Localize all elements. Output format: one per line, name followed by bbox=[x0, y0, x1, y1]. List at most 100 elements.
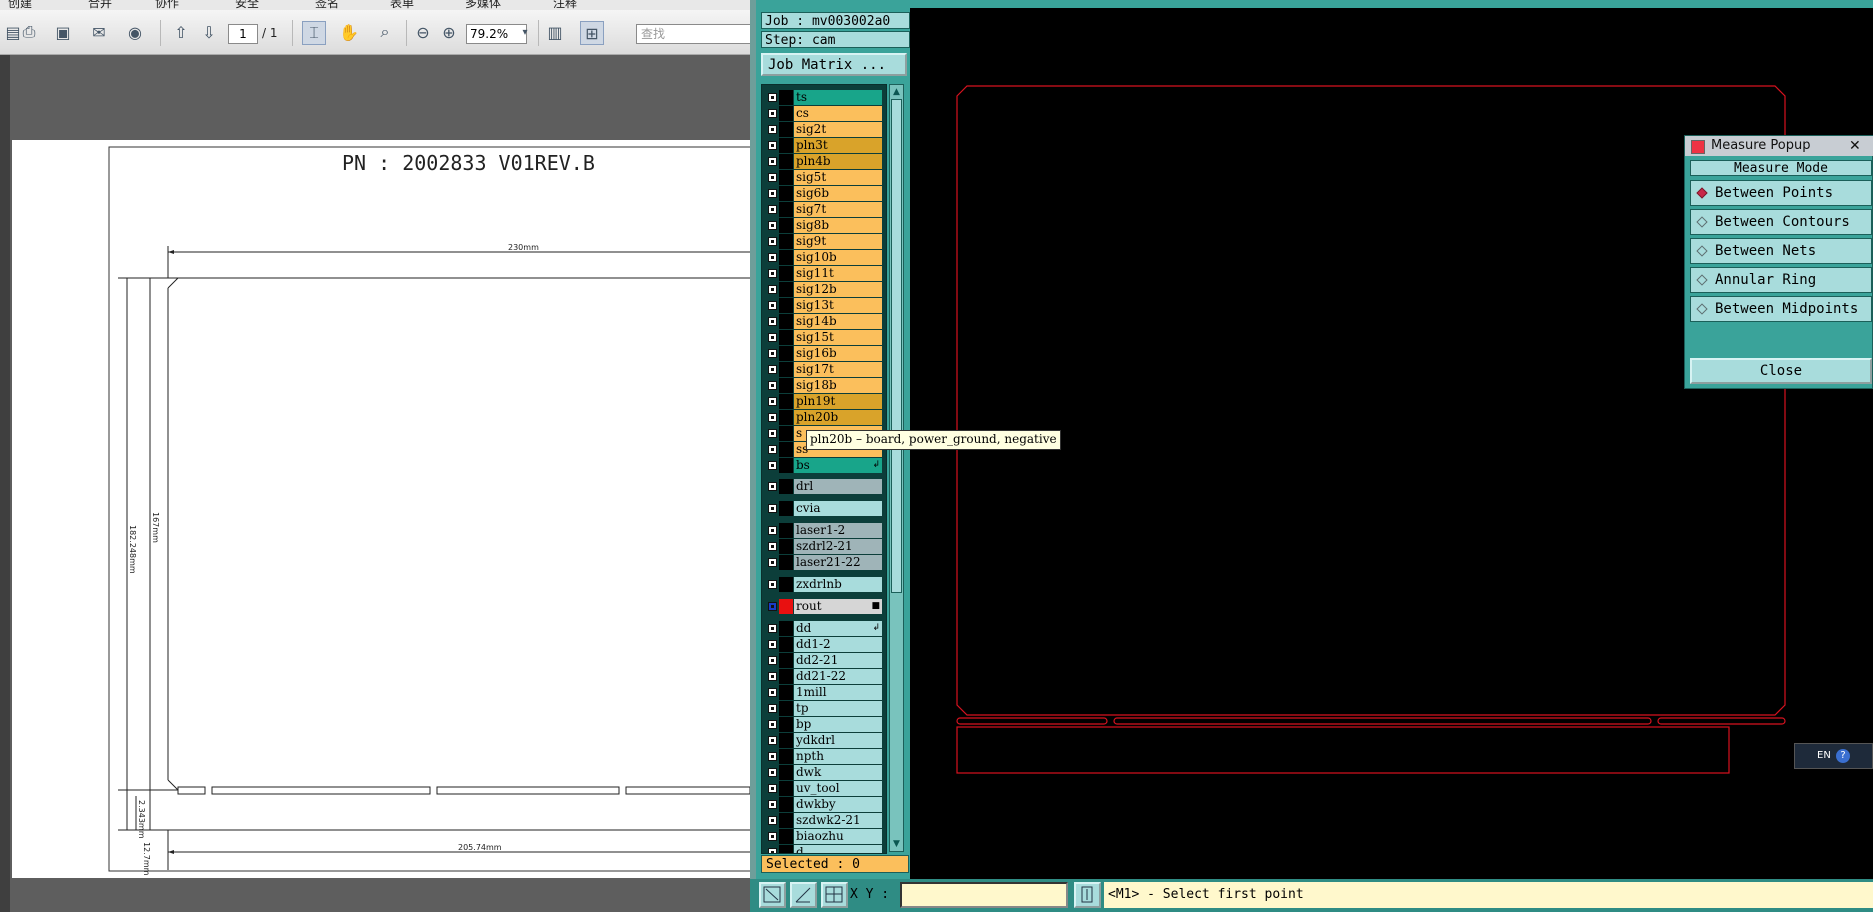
print-icon[interactable]: ⎙ bbox=[18, 21, 40, 43]
layer-checkbox[interactable] bbox=[768, 253, 777, 262]
layer-checkbox[interactable] bbox=[768, 640, 777, 649]
layer-name[interactable]: drl bbox=[794, 479, 882, 494]
layer-color-swatch[interactable] bbox=[779, 218, 793, 233]
layer-name[interactable]: szdrl2-21 bbox=[794, 539, 882, 554]
menu-forms[interactable]: 表单 bbox=[390, 0, 414, 10]
layer-name[interactable]: dd1-2 bbox=[794, 637, 882, 652]
layer-color-swatch[interactable] bbox=[779, 154, 793, 169]
measure-icon[interactable] bbox=[790, 882, 817, 908]
layer-name[interactable]: pln20b bbox=[794, 410, 882, 425]
layer-color-swatch[interactable] bbox=[779, 314, 793, 329]
layer-color-swatch[interactable] bbox=[779, 282, 793, 297]
layer-name[interactable]: sig6b bbox=[794, 186, 882, 201]
scroll-down-icon[interactable]: ▼ bbox=[891, 838, 902, 850]
layer-name[interactable]: sig9t bbox=[794, 234, 882, 249]
layer-color-swatch[interactable] bbox=[779, 410, 793, 425]
job-matrix-button[interactable]: Job Matrix ... bbox=[761, 53, 907, 76]
layer-name[interactable]: pln3t bbox=[794, 138, 882, 153]
layer-row-sig7t[interactable]: sig7t bbox=[762, 202, 886, 217]
layer-color-swatch[interactable] bbox=[779, 106, 793, 121]
layer-checkbox[interactable] bbox=[768, 784, 777, 793]
layer-checkbox[interactable] bbox=[768, 93, 777, 102]
hand-tool-icon[interactable]: ✋ bbox=[338, 21, 360, 43]
layer-color-swatch[interactable] bbox=[779, 669, 793, 684]
layer-checkbox[interactable] bbox=[768, 237, 777, 246]
layer-name[interactable]: dd bbox=[794, 621, 882, 636]
layer-name[interactable]: sig5t bbox=[794, 170, 882, 185]
layer-checkbox[interactable] bbox=[768, 397, 777, 406]
menu-multimedia[interactable]: 多媒体 bbox=[465, 0, 501, 10]
measure-popup-titlebar[interactable]: Measure Popup ✕ bbox=[1685, 136, 1873, 156]
layer-row-pln3t[interactable]: pln3t bbox=[762, 138, 886, 153]
menu-sign[interactable]: 签名 bbox=[315, 0, 339, 10]
layer-color-swatch[interactable] bbox=[779, 653, 793, 668]
layer-name[interactable]: pln4b bbox=[794, 154, 882, 169]
layer-row-d[interactable]: d bbox=[762, 845, 886, 853]
mode-between-midpoints[interactable]: Between Midpoints bbox=[1690, 296, 1872, 322]
layer-color-swatch[interactable] bbox=[779, 701, 793, 716]
layer-color-swatch[interactable] bbox=[779, 362, 793, 377]
layer-checkbox[interactable] bbox=[768, 413, 777, 422]
find-input[interactable]: 查找 bbox=[636, 24, 750, 44]
layer-color-swatch[interactable] bbox=[779, 330, 793, 345]
menu-comment[interactable]: 注释 bbox=[553, 0, 577, 10]
layer-name[interactable]: rout bbox=[794, 599, 882, 614]
layer-checkbox[interactable] bbox=[768, 736, 777, 745]
layer-name[interactable]: ydkdrl bbox=[794, 733, 882, 748]
layer-checkbox[interactable] bbox=[768, 504, 777, 513]
layer-row-sig11t[interactable]: sig11t bbox=[762, 266, 886, 281]
layer-checkbox[interactable] bbox=[768, 173, 777, 182]
layer-color-swatch[interactable] bbox=[779, 442, 793, 457]
layer-row-dwk[interactable]: dwk bbox=[762, 765, 886, 780]
scroll-thumb[interactable] bbox=[891, 99, 902, 593]
language-bar[interactable]: EN ? bbox=[1794, 743, 1873, 769]
layer-row-biaozhu[interactable]: biaozhu bbox=[762, 829, 886, 844]
layer-color-swatch[interactable] bbox=[779, 426, 793, 441]
layer-row-sig8b[interactable]: sig8b bbox=[762, 218, 886, 233]
layer-color-swatch[interactable] bbox=[779, 733, 793, 748]
layer-color-swatch[interactable] bbox=[779, 394, 793, 409]
layer-row-ydkdrl[interactable]: ydkdrl bbox=[762, 733, 886, 748]
layer-checkbox[interactable] bbox=[768, 141, 777, 150]
layer-color-swatch[interactable] bbox=[779, 298, 793, 313]
layer-checkbox[interactable] bbox=[768, 768, 777, 777]
layer-row-sig16b[interactable]: sig16b bbox=[762, 346, 886, 361]
layer-color-swatch[interactable] bbox=[779, 90, 793, 105]
layer-checkbox[interactable] bbox=[768, 672, 777, 681]
layer-name[interactable]: dd2-21 bbox=[794, 653, 882, 668]
layer-name[interactable]: sig13t bbox=[794, 298, 882, 313]
layer-color-swatch[interactable] bbox=[779, 138, 793, 153]
layer-row-cs[interactable]: cs bbox=[762, 106, 886, 121]
layer-color-swatch[interactable] bbox=[779, 845, 793, 853]
chevron-down-icon[interactable]: ▾ bbox=[514, 21, 536, 43]
layer-name[interactable]: dd21-22 bbox=[794, 669, 882, 684]
layer-row-pln4b[interactable]: pln4b bbox=[762, 154, 886, 169]
layer-row-sig9t[interactable]: sig9t bbox=[762, 234, 886, 249]
layer-checkbox[interactable] bbox=[768, 602, 777, 611]
email-icon[interactable]: ✉ bbox=[88, 21, 110, 43]
layer-row-tp[interactable]: tp bbox=[762, 701, 886, 716]
layer-color-swatch[interactable] bbox=[779, 829, 793, 844]
layer-name[interactable]: bp bbox=[794, 717, 882, 732]
layer-row-1mill[interactable]: 1mill bbox=[762, 685, 886, 700]
zoom-out-icon[interactable]: ⊖ bbox=[412, 21, 434, 43]
page-down-icon[interactable]: ⇩ bbox=[198, 21, 220, 43]
layer-checkbox[interactable] bbox=[768, 221, 777, 230]
layer-checkbox[interactable] bbox=[768, 832, 777, 841]
layer-checkbox[interactable] bbox=[768, 365, 777, 374]
layer-checkbox[interactable] bbox=[768, 269, 777, 278]
fit-width-icon[interactable]: ⊞ bbox=[580, 21, 604, 45]
fit-page-icon[interactable]: ▥ bbox=[544, 21, 566, 43]
layer-name[interactable]: pln19t bbox=[794, 394, 882, 409]
layer-checkbox[interactable] bbox=[768, 445, 777, 454]
layer-color-swatch[interactable] bbox=[779, 479, 793, 494]
layer-color-swatch[interactable] bbox=[779, 599, 793, 614]
layer-checkbox[interactable] bbox=[768, 461, 777, 470]
layer-color-swatch[interactable] bbox=[779, 501, 793, 516]
layer-name[interactable]: 1mill bbox=[794, 685, 882, 700]
layer-color-swatch[interactable] bbox=[779, 202, 793, 217]
layer-color-swatch[interactable] bbox=[779, 685, 793, 700]
close-icon[interactable]: ✕ bbox=[1849, 136, 1861, 156]
layer-row-bp[interactable]: bp bbox=[762, 717, 886, 732]
layer-name[interactable]: cs bbox=[794, 106, 882, 121]
